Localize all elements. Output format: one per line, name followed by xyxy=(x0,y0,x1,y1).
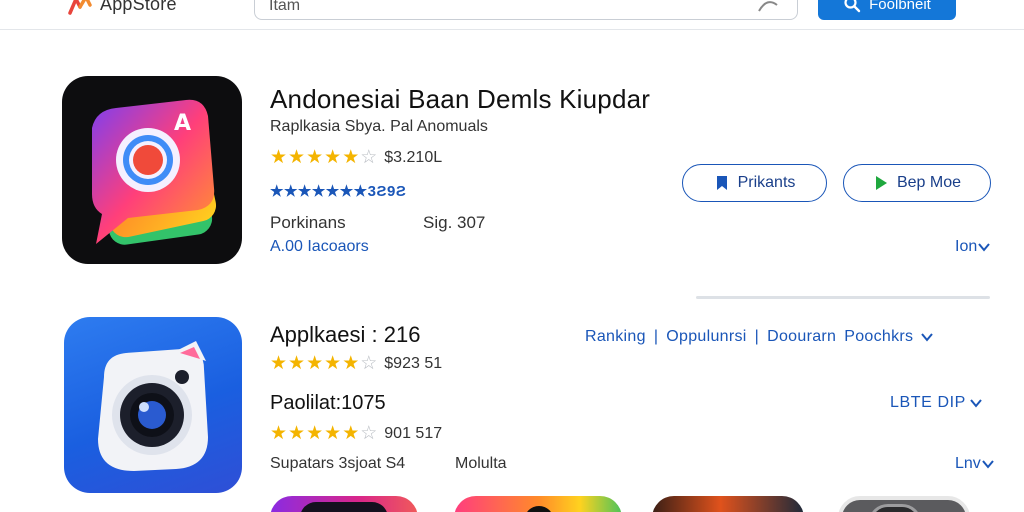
latest-label: LBTE DIP xyxy=(890,394,966,411)
second-rating-value: $923 51 xyxy=(384,354,443,372)
second-rating2-value: 901 517 xyxy=(384,424,443,442)
star-icon: ★ xyxy=(270,147,288,168)
search-button[interactable]: Foolbneit xyxy=(818,0,956,20)
app-tile-inner xyxy=(524,506,554,512)
app-tile-inner xyxy=(300,502,388,512)
chevron-down-icon[interactable] xyxy=(921,332,934,342)
featured-app-title[interactable]: Andonesiai Baan Demls Kiupdar xyxy=(270,84,650,115)
second-app-title[interactable]: Applkaesi : 216 xyxy=(270,322,420,348)
app-tile-inner xyxy=(868,504,922,512)
tab-ranking[interactable]: Ranking xyxy=(585,328,646,346)
app-tile[interactable] xyxy=(270,496,418,512)
star-icon: ★ xyxy=(324,147,342,168)
featured-app-rating: ★ ★ ★ ★ ★ ☆ $3.210L xyxy=(270,148,442,167)
featured-more-label: Ion xyxy=(955,238,978,255)
store-logo-text: AppStore xyxy=(100,0,177,14)
star-icon: ★ xyxy=(342,147,360,168)
tab-downloads[interactable]: Doourarn xyxy=(767,328,836,346)
top-bar: AppStore Foolbneit xyxy=(0,0,1024,30)
featured-app-subtitle: Raplkasia Sbya. Pal Anomuals xyxy=(270,118,488,135)
store-logo[interactable]: AppStore xyxy=(66,0,177,17)
get-app-button[interactable]: Bep Moe xyxy=(843,164,991,202)
second-app-rating-2: ★ ★ ★ ★ ★ ☆ 901 517 xyxy=(270,424,442,443)
star-icon: ★ xyxy=(288,423,306,444)
star-half-icon: ★ xyxy=(342,353,360,374)
tab-separator: | xyxy=(754,328,760,345)
second-meta-right: Molulta xyxy=(455,455,507,472)
star-outline-icon: ☆ xyxy=(360,423,378,444)
star-icon: ★ xyxy=(306,353,324,374)
tab-bookmarks[interactable]: Poochkrs xyxy=(844,328,913,346)
chevron-down-icon xyxy=(970,399,982,408)
search-icon xyxy=(844,0,861,13)
second-app-icon[interactable] xyxy=(64,317,242,493)
star-icon: ★ xyxy=(288,353,306,374)
star-icon: ★ xyxy=(324,423,342,444)
tab-separator: | xyxy=(653,328,659,345)
latest-dropdown[interactable]: LBTE DIP xyxy=(890,394,982,412)
featured-rating-line: ★★★★★★★3Ƨ9Ƨ xyxy=(270,183,407,200)
star-icon: ★ xyxy=(306,423,324,444)
app-tile[interactable] xyxy=(454,496,622,512)
star-icon: ★ xyxy=(270,353,288,374)
second-app-rating: ★ ★ ★ ★ ★ ☆ $923 51 xyxy=(270,354,442,373)
store-logo-icon xyxy=(66,0,96,15)
featured-meta-right: Sig. 307 xyxy=(423,213,486,232)
app-tile[interactable] xyxy=(838,496,970,512)
search-input[interactable] xyxy=(269,0,739,15)
tab-opportunities[interactable]: Oppulunrsi xyxy=(666,328,746,346)
star-outline-icon: ☆ xyxy=(360,353,378,374)
chevron-down-icon xyxy=(978,243,991,252)
app-tile[interactable] xyxy=(652,496,804,512)
featured-more-link[interactable]: Ion xyxy=(955,238,991,256)
svg-text:A: A xyxy=(174,111,191,136)
star-icon: ★ xyxy=(306,147,324,168)
get-app-button-label: Bep Moe xyxy=(896,174,962,191)
star-outline-icon: ☆ xyxy=(360,147,378,168)
play-icon xyxy=(875,176,887,190)
second-more-label: Lnv xyxy=(955,455,981,472)
clear-icon[interactable] xyxy=(757,0,779,13)
details-button-label: Prikants xyxy=(737,174,796,191)
featured-installs-link[interactable]: A.00 Iacoaors xyxy=(270,238,369,256)
star-icon: ★ xyxy=(288,147,306,168)
section-divider xyxy=(696,296,990,299)
second-meta-left: Supatars 3sjoat S4 xyxy=(270,455,406,472)
star-icon: ★ xyxy=(324,353,342,374)
star-icon: ★ xyxy=(342,423,360,444)
featured-rating-value: $3.210L xyxy=(384,148,443,166)
featured-app-icon[interactable]: A xyxy=(62,76,242,264)
search-button-label: Foolbneit xyxy=(869,0,931,13)
star-icon: ★ xyxy=(270,423,288,444)
second-more-link[interactable]: Lnv xyxy=(955,455,994,473)
ranking-tabs: Ranking | Oppulunrsi | Doourarn Poochkrs xyxy=(585,328,934,346)
featured-meta-left: Porkinans xyxy=(270,213,346,232)
search-box[interactable] xyxy=(254,0,798,20)
bookmark-icon xyxy=(716,176,727,190)
second-app-subtitle-title: Paolilat:1075 xyxy=(270,392,386,414)
details-button[interactable]: Prikants xyxy=(682,164,827,202)
chevron-down-icon xyxy=(982,460,994,469)
